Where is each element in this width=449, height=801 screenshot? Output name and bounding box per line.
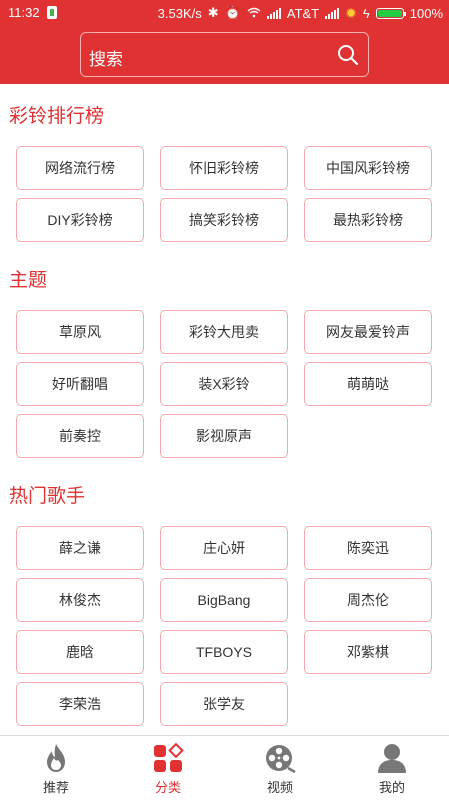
tag-button[interactable]: 李荣浩 [16,682,144,726]
nav-video[interactable]: 视频 [224,736,336,801]
network-speed: 3.53K/s [157,5,202,21]
signal-icon [266,7,281,19]
tag-button[interactable]: 鹿晗 [16,630,144,674]
tag-button[interactable]: 前奏控 [16,414,144,458]
tag-button[interactable]: 最热彩铃榜 [304,198,432,242]
tag-button[interactable]: 周杰伦 [304,578,432,622]
tag-button[interactable]: 陈奕迅 [304,526,432,570]
tag-button[interactable]: 好听翻唱 [16,362,144,406]
tag-button[interactable]: 怀旧彩铃榜 [160,146,288,190]
status-time: 11:32 [8,5,40,20]
tag-button[interactable]: BigBang [160,578,288,622]
signal-icon-2 [325,7,340,19]
nav-label: 视频 [266,781,293,796]
tag-button[interactable]: 装X彩铃 [160,362,288,406]
section-title-singers: 热门歌手 [9,485,86,507]
tag-button[interactable]: 林俊杰 [16,578,144,622]
tag-button[interactable]: 萌萌哒 [304,362,432,406]
status-bar: 11:32 3.53K/s ✱ ⏰ AT&T ✹ ϟ 100% [0,0,449,26]
tag-button[interactable]: 薛之谦 [16,526,144,570]
section-title-ranking: 彩铃排行榜 [9,105,105,127]
nav-label: 分类 [154,781,181,796]
search-input[interactable]: 搜索 [80,32,369,77]
nav-recommend[interactable]: 推荐 [0,736,112,801]
category-icon [154,742,184,772]
section-title-theme: 主题 [9,269,48,291]
tag-button[interactable]: 搞笑彩铃榜 [160,198,288,242]
film-reel-icon [266,745,296,774]
tag-button[interactable]: 庄心妍 [160,526,288,570]
tag-button[interactable]: 彩铃大甩卖 [160,310,288,354]
tag-button[interactable]: 中国风彩铃榜 [304,146,432,190]
tag-button[interactable]: 邓紫棋 [304,630,432,674]
search-icon[interactable] [336,43,360,67]
carrier-name: AT&T [286,5,320,21]
tag-button[interactable]: TFBOYS [160,630,288,674]
nav-label: 推荐 [42,781,69,796]
nav-category[interactable]: 分类 [112,736,224,801]
sim-notification-icon [47,6,57,19]
tag-button[interactable]: 草原风 [16,310,144,354]
bluetooth-icon: ✱ [207,5,219,20]
flame-icon [47,744,65,772]
battery-level: 100% [409,5,443,21]
search-placeholder: 搜索 [89,50,123,70]
nav-mine[interactable]: 我的 [336,736,448,801]
tag-button[interactable]: DIY彩铃榜 [16,198,144,242]
battery-icon [375,7,406,19]
charging-icon: ϟ [362,5,370,21]
alarm-icon: ⏰ [224,5,241,20]
wifi-icon [247,6,261,21]
tag-button[interactable]: 网络流行榜 [16,146,144,190]
tag-button[interactable]: 影视原声 [160,414,288,458]
tag-button[interactable]: 网友最爱铃声 [304,310,432,354]
user-icon [378,744,406,773]
tag-button[interactable]: 张学友 [160,682,288,726]
status-right-group: 3.53K/s ✱ ⏰ AT&T ✹ ϟ 100% [158,5,443,21]
nav-label: 我的 [378,781,405,796]
app-header: 11:32 3.53K/s ✱ ⏰ AT&T ✹ ϟ 100% 搜索 [0,0,449,84]
bottom-navigation: 推荐 分类 视频 我的 [0,735,449,801]
gear-icon: ✹ [345,4,357,21]
category-content[interactable]: 彩铃排行榜 网络流行榜 怀旧彩铃榜 中国风彩铃榜 DIY彩铃榜 搞笑彩铃榜 最热… [0,84,449,736]
